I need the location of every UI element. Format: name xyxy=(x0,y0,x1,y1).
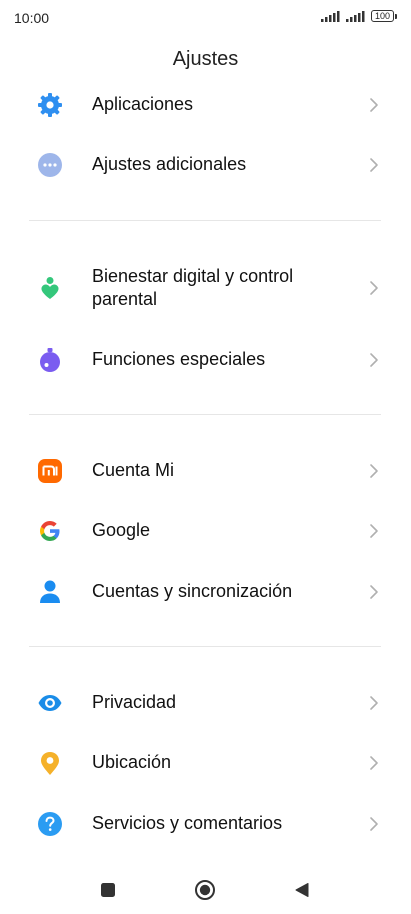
status-time: 10:00 xyxy=(14,10,50,26)
eye-icon xyxy=(37,690,63,716)
chevron-right-icon xyxy=(370,98,378,112)
person-icon xyxy=(37,579,63,605)
chevron-right-icon xyxy=(370,281,378,295)
settings-item-label: Ajustes adicionales xyxy=(92,154,247,174)
recents-button[interactable] xyxy=(96,878,120,902)
page-title: Ajustes xyxy=(172,48,239,70)
chevron-right-icon xyxy=(370,158,378,172)
settings-item-label: Cuenta Mi xyxy=(92,460,175,480)
settings-item-label: Funciones especiales xyxy=(92,349,266,369)
status-indicators: 100 xyxy=(320,10,397,22)
settings-item-label: Bienestar digital y control parental xyxy=(92,266,294,309)
chevron-right-icon xyxy=(370,585,378,599)
chevron-right-icon xyxy=(370,524,378,538)
settings-item-cuenta-mi[interactable]: Cuenta Mi xyxy=(0,441,411,501)
settings-item-funciones-especiales[interactable]: Funciones especiales xyxy=(0,330,411,390)
navigation-bar xyxy=(0,868,411,912)
wellbeing-heart-icon xyxy=(37,275,63,301)
settings-item-label: Privacidad xyxy=(92,692,177,712)
home-button[interactable] xyxy=(193,878,217,902)
status-bar: 10:00 100 xyxy=(0,0,411,36)
settings-item-label: Ubicación xyxy=(92,752,172,772)
signal-bars-icon xyxy=(345,10,365,22)
settings-item-ajustes-adicionales[interactable]: Ajustes adicionales xyxy=(0,135,411,195)
settings-item-label: Servicios y comentarios xyxy=(92,813,283,833)
settings-item-privacidad[interactable]: Privacidad xyxy=(0,673,411,733)
settings-item-label: Aplicaciones xyxy=(92,94,194,114)
help-question-icon xyxy=(37,811,63,837)
settings-item-label: Google xyxy=(92,520,151,540)
settings-item-servicios-comentarios[interactable]: Servicios y comentarios xyxy=(0,794,411,854)
circle-home-icon xyxy=(195,880,215,900)
settings-item-google[interactable]: Google xyxy=(0,501,411,561)
settings-item-label: Cuentas y sincronización xyxy=(92,581,293,601)
gear-icon xyxy=(37,92,63,118)
battery-level: 100 xyxy=(370,10,394,22)
location-pin-icon xyxy=(37,750,63,776)
signal-bars-icon xyxy=(320,10,340,22)
more-dots-icon xyxy=(37,152,63,178)
settings-item-bienestar-digital[interactable]: Bienestar digital y control parental xyxy=(0,258,411,318)
triangle-back-icon xyxy=(295,883,309,897)
chevron-right-icon xyxy=(370,464,378,478)
back-button[interactable] xyxy=(290,878,314,902)
section-divider xyxy=(29,646,381,647)
chevron-right-icon xyxy=(370,696,378,710)
settings-item-aplicaciones[interactable]: Aplicaciones xyxy=(0,75,411,135)
chevron-right-icon xyxy=(370,817,378,831)
special-features-icon xyxy=(37,347,63,373)
settings-item-ubicacion[interactable]: Ubicación xyxy=(0,733,411,793)
section-divider xyxy=(29,220,381,221)
chevron-right-icon xyxy=(370,756,378,770)
settings-item-cuentas-sincronizacion[interactable]: Cuentas y sincronización xyxy=(0,562,411,622)
mi-logo-icon xyxy=(37,458,63,484)
square-recents-icon xyxy=(101,883,115,897)
battery-icon: 100 xyxy=(370,10,397,22)
google-g-icon xyxy=(37,518,63,544)
chevron-right-icon xyxy=(370,353,378,367)
section-divider xyxy=(29,414,381,415)
